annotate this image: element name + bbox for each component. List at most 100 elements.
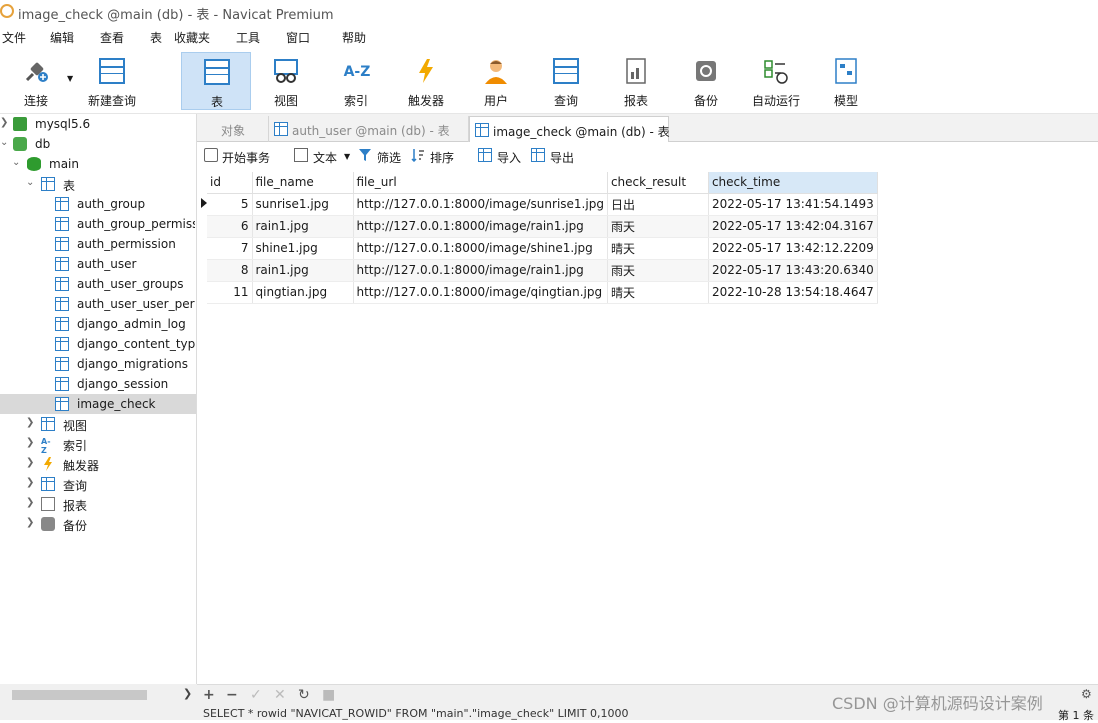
menu-file[interactable]: 文件 xyxy=(2,29,26,46)
tree-backups-group[interactable]: ❯ 备份 xyxy=(0,514,196,534)
toolbar-index-button[interactable]: A-Z 索引 xyxy=(321,52,391,110)
tree-table-item[interactable]: django_admin_log xyxy=(0,314,196,334)
toolbar-trigger-button[interactable]: 触发器 xyxy=(391,52,461,110)
chevron-right-icon[interactable]: ❯ xyxy=(26,437,34,448)
cell-id[interactable]: 6 xyxy=(207,215,253,238)
toolbar-report-button[interactable]: 报表 xyxy=(601,52,671,110)
cell-check-result[interactable]: 晴天 xyxy=(607,281,709,304)
tree-table-item-selected[interactable]: image_check xyxy=(0,394,196,414)
menu-window[interactable]: 窗口 xyxy=(286,29,310,46)
sort-button[interactable]: 排序 xyxy=(430,149,454,166)
cell-id[interactable]: 11 xyxy=(207,281,253,304)
chevron-down-icon[interactable]: ⌄ xyxy=(0,137,8,148)
cell-check-time[interactable]: 2022-05-17 13:43:20.6340 xyxy=(708,259,878,282)
connect-dropdown-icon[interactable]: ▼ xyxy=(67,74,73,83)
tree-table-item[interactable]: auth_user_groups xyxy=(0,274,196,294)
tab-auth-user[interactable]: auth_user @main (db) - 表 xyxy=(269,116,469,142)
toolbar-user-button[interactable]: 用户 xyxy=(461,52,531,110)
cell-file-url[interactable]: http://127.0.0.1:8000/image/qingtian.jpg xyxy=(353,281,608,304)
cell-check-result[interactable]: 日出 xyxy=(607,193,709,216)
apply-changes-icon[interactable]: ✓ xyxy=(250,687,262,703)
cell-id[interactable]: 8 xyxy=(207,259,253,282)
toolbar-query-button[interactable]: 查询 xyxy=(531,52,601,110)
cell-file-url[interactable]: http://127.0.0.1:8000/image/shine1.jpg xyxy=(353,237,608,260)
menu-tools[interactable]: 工具 xyxy=(236,29,260,46)
scrollbar-thumb[interactable] xyxy=(12,690,147,700)
connect-button[interactable]: ▼ 连接 xyxy=(1,52,73,110)
column-header-file-url[interactable]: file_url xyxy=(353,172,608,194)
toolbar-view-button[interactable]: 视图 xyxy=(251,52,321,110)
column-header-check-result[interactable]: check_result xyxy=(607,172,709,194)
cell-check-result[interactable]: 雨天 xyxy=(607,259,709,282)
cell-file-name[interactable]: rain1.jpg xyxy=(252,215,354,238)
tree-reports-group[interactable]: ❯ 报表 xyxy=(0,494,196,514)
cell-file-name[interactable]: shine1.jpg xyxy=(252,237,354,260)
chevron-right-icon[interactable]: ❯ xyxy=(26,517,34,528)
cell-file-url[interactable]: http://127.0.0.1:8000/image/sunrise1.jpg xyxy=(353,193,608,216)
cell-check-time[interactable]: 2022-05-17 13:42:04.3167 xyxy=(708,215,878,238)
refresh-icon[interactable]: ↻ xyxy=(298,687,310,703)
stop-icon[interactable]: ■ xyxy=(322,687,335,703)
tab-image-check[interactable]: image_check @main (db) - 表 xyxy=(469,116,670,142)
table-row[interactable]: 11 qingtian.jpg http://127.0.0.1:8000/im… xyxy=(207,281,878,304)
text-dropdown-icon[interactable]: ▼ xyxy=(344,152,350,161)
tree-table-item[interactable]: auth_user xyxy=(0,254,196,274)
chevron-down-icon[interactable]: ⌄ xyxy=(26,177,34,188)
tab-objects[interactable]: 对象 xyxy=(197,116,269,142)
scroll-right-icon[interactable]: ❯ xyxy=(183,687,192,700)
table-row[interactable]: 6 rain1.jpg http://127.0.0.1:8000/image/… xyxy=(207,215,878,238)
toolbar-backup-button[interactable]: 备份 xyxy=(671,52,741,110)
tree-table-item[interactable]: auth_group xyxy=(0,194,196,214)
chevron-right-icon[interactable]: ❯ xyxy=(26,477,34,488)
chevron-right-icon[interactable]: ❯ xyxy=(0,117,8,128)
tree-table-item[interactable]: django_session xyxy=(0,374,196,394)
filter-button[interactable]: 筛选 xyxy=(377,149,401,166)
menu-favorites[interactable]: 收藏夹 xyxy=(174,29,210,46)
tree-table-item[interactable]: auth_group_permiss xyxy=(0,214,196,234)
cell-file-name[interactable]: qingtian.jpg xyxy=(252,281,354,304)
new-query-button[interactable]: 新建查询 xyxy=(77,52,147,110)
cell-file-name[interactable]: sunrise1.jpg xyxy=(252,193,354,216)
toolbar-table-button[interactable]: 表 xyxy=(181,52,251,110)
menu-view[interactable]: 查看 xyxy=(100,29,124,46)
cell-check-result[interactable]: 晴天 xyxy=(607,237,709,260)
column-header-id[interactable]: id xyxy=(207,172,253,194)
cell-file-url[interactable]: http://127.0.0.1:8000/image/rain1.jpg xyxy=(353,259,608,282)
cell-check-time[interactable]: 2022-10-28 13:54:18.4647 xyxy=(708,281,878,304)
toolbar-model-button[interactable]: 模型 xyxy=(811,52,881,110)
delete-record-icon[interactable]: − xyxy=(226,687,238,703)
column-header-file-name[interactable]: file_name xyxy=(252,172,354,194)
tree-schema[interactable]: ⌄ main xyxy=(0,154,196,174)
tree-table-item[interactable]: auth_permission xyxy=(0,234,196,254)
cell-file-name[interactable]: rain1.jpg xyxy=(252,259,354,282)
cell-check-time[interactable]: 2022-05-17 13:42:12.2209 xyxy=(708,237,878,260)
chevron-right-icon[interactable]: ❯ xyxy=(26,417,34,428)
tree-table-item[interactable]: auth_user_user_perm xyxy=(0,294,196,314)
tree-indexes-group[interactable]: ❯ A-Z 索引 xyxy=(0,434,196,455)
tree-views-group[interactable]: ❯ 视图 xyxy=(0,414,196,434)
menu-table[interactable]: 表 xyxy=(150,29,162,46)
tree-db[interactable]: ⌄ db xyxy=(0,134,196,154)
cell-file-url[interactable]: http://127.0.0.1:8000/image/rain1.jpg xyxy=(353,215,608,238)
cell-check-time[interactable]: 2022-05-17 13:41:54.1493 xyxy=(708,193,878,216)
menu-edit[interactable]: 编辑 xyxy=(50,29,74,46)
table-row[interactable]: 8 rain1.jpg http://127.0.0.1:8000/image/… xyxy=(207,259,878,282)
export-button[interactable]: 导出 xyxy=(550,149,574,166)
begin-transaction-button[interactable]: 开始事务 xyxy=(222,149,270,166)
table-row[interactable]: 7 shine1.jpg http://127.0.0.1:8000/image… xyxy=(207,237,878,260)
tree-queries-group[interactable]: ❯ 查询 xyxy=(0,474,196,494)
chevron-right-icon[interactable]: ❯ xyxy=(26,457,34,468)
import-button[interactable]: 导入 xyxy=(497,149,521,166)
tree-tables-group[interactable]: ⌄ 表 xyxy=(0,174,196,194)
tree-table-item[interactable]: django_migrations xyxy=(0,354,196,374)
tree-triggers-group[interactable]: ❯ 触发器 xyxy=(0,454,196,474)
cell-check-result[interactable]: 雨天 xyxy=(607,215,709,238)
menu-help[interactable]: 帮助 xyxy=(342,29,366,46)
sidebar-horizontal-scrollbar[interactable]: ❯ xyxy=(0,684,197,706)
text-button[interactable]: 文本 xyxy=(313,149,337,166)
cell-id[interactable]: 5 xyxy=(207,193,253,216)
table-row[interactable]: 5 sunrise1.jpg http://127.0.0.1:8000/ima… xyxy=(207,193,878,216)
tree-connection[interactable]: ❯ mysql5.6 xyxy=(0,114,196,134)
discard-changes-icon[interactable]: ✕ xyxy=(274,687,286,703)
add-record-icon[interactable]: + xyxy=(203,687,215,703)
